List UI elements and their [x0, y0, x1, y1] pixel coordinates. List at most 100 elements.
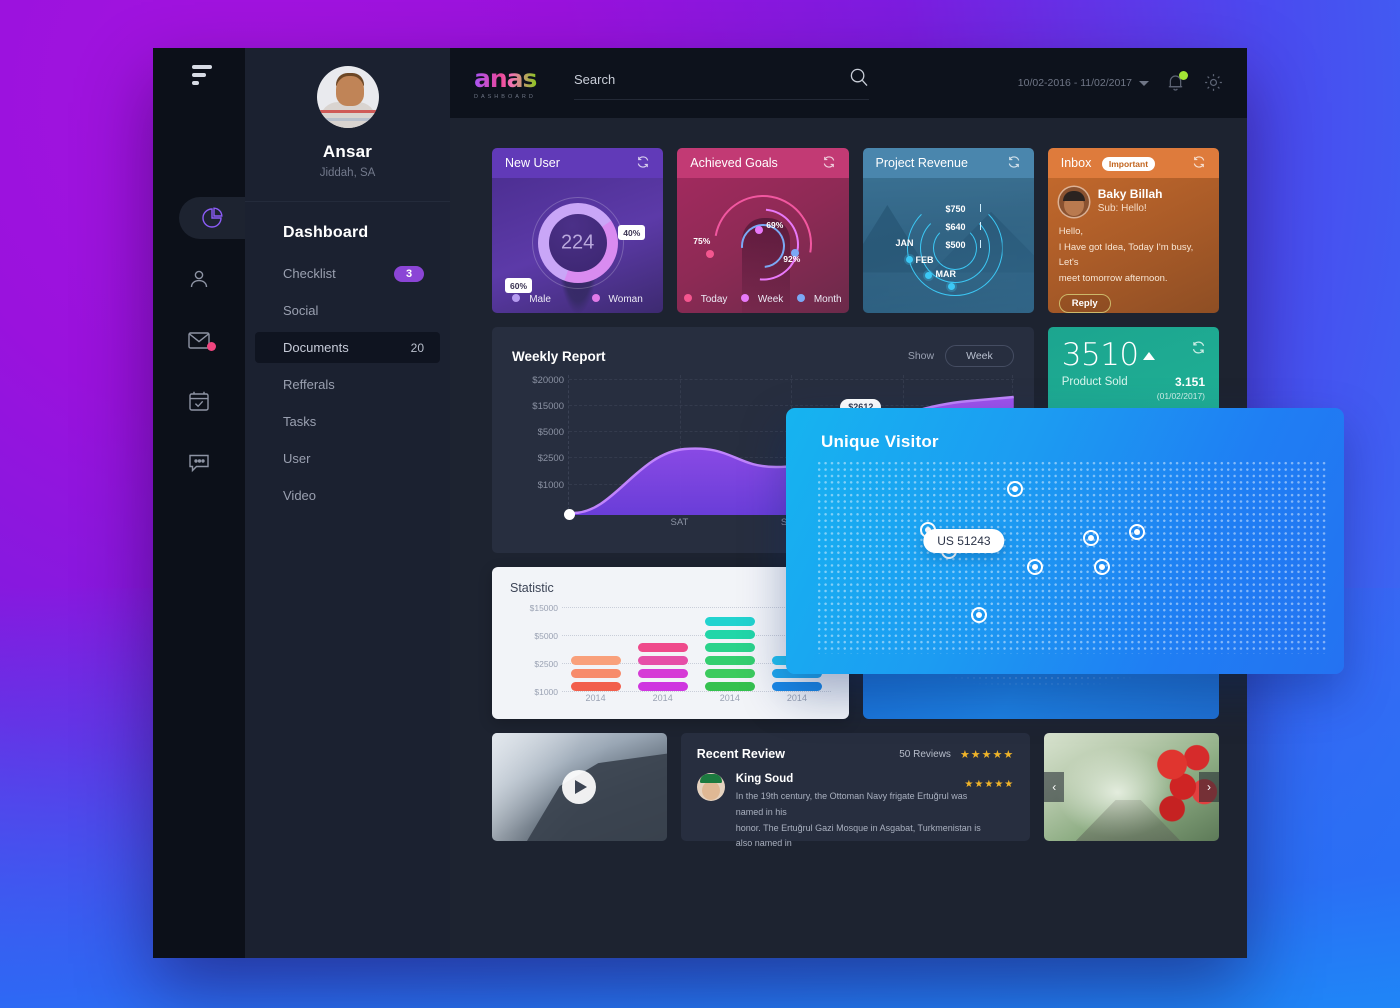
y-axis: $20000 $15000 $5000 $2500 $1000 — [512, 375, 568, 515]
sidebar-item-social[interactable]: Social — [255, 295, 440, 326]
search-bar[interactable] — [574, 67, 869, 100]
refresh-icon[interactable] — [636, 155, 650, 172]
bar-segment — [637, 669, 688, 678]
product-sold-value: 3510 — [1061, 337, 1139, 373]
bar-segment — [637, 643, 688, 652]
bar-segment — [704, 656, 755, 665]
sidebar-item-documents[interactable]: Documents 20 — [255, 332, 440, 363]
dotted-world-map — [816, 460, 1326, 654]
map-marker[interactable] — [1006, 481, 1023, 498]
legend-swatch — [591, 294, 600, 302]
chevron-right-icon[interactable]: › — [1199, 772, 1219, 802]
revenue-month-feb: FEB — [915, 255, 934, 265]
rail-item-messages[interactable] — [166, 441, 232, 483]
date-range-selector[interactable]: 10/02-2016 - 11/02/2017 — [1018, 77, 1149, 89]
legend-swatch — [741, 294, 750, 302]
show-label: Show — [907, 350, 935, 362]
chart-legend: Today Week Month — [677, 294, 848, 305]
reply-button[interactable]: Reply — [1058, 293, 1111, 313]
card-title: New User — [505, 156, 560, 170]
card-title: Statistic — [510, 581, 554, 595]
sidebar-item-tasks[interactable]: Tasks — [255, 406, 440, 437]
inbox-message-line: meet tomorrow afternoon. — [1058, 273, 1168, 285]
profile-location: Jiddah, SA — [319, 167, 376, 179]
donut-label-a: 40% — [618, 225, 646, 240]
app-logo[interactable]: anas DASHBOARD — [474, 66, 538, 100]
play-icon[interactable] — [562, 770, 597, 804]
card-header: New User — [492, 148, 664, 178]
card-video[interactable] — [492, 733, 667, 841]
chevron-left-icon[interactable]: ‹ — [1044, 772, 1065, 802]
card-body: 75% 69% 92% Today Week Month — [677, 175, 849, 313]
tick-mark — [979, 240, 981, 248]
avatar[interactable] — [316, 66, 379, 128]
secondary-date: (01/02/2017) — [1156, 391, 1205, 401]
chat-icon — [187, 451, 211, 473]
card-title: Inbox — [1060, 156, 1092, 170]
rail-item-mail[interactable] — [166, 319, 232, 361]
y-tick: $20000 — [532, 375, 564, 386]
topbar-actions: 10/02-2016 - 11/02/2017 — [1018, 71, 1225, 94]
map-marker[interactable] — [1083, 529, 1100, 546]
card-title-wrap: Inbox Important — [1060, 156, 1156, 171]
sidebar-item-refferals[interactable]: Refferals — [255, 369, 440, 400]
search-input[interactable] — [574, 71, 849, 87]
avatar — [1058, 187, 1089, 217]
rail-item-users[interactable] — [166, 258, 232, 300]
avatar-hair — [1062, 191, 1085, 201]
data-point-start — [564, 509, 575, 520]
bar-segment — [704, 669, 755, 678]
x-tick: 2014 — [652, 693, 673, 703]
status-badge: 3 — [394, 265, 424, 282]
inbox-message-line: Hello, — [1058, 226, 1084, 237]
rail-item-analytics[interactable] — [179, 197, 245, 239]
map-marker[interactable] — [1027, 558, 1044, 575]
secondary-value: 3.151 — [1174, 375, 1205, 389]
card-header: Achieved Goals — [677, 148, 849, 178]
bar-segment — [637, 656, 688, 665]
gear-icon[interactable] — [1203, 72, 1225, 94]
search-icon[interactable] — [849, 67, 869, 92]
inbox-message-line: I Have got Idea, Today I'm busy, Let's — [1058, 241, 1194, 269]
gauge-endpoint — [706, 250, 715, 258]
inbox-sender-info: Baky Billah Sub: Hello! — [1098, 187, 1163, 217]
mail-notification-badge — [207, 342, 216, 351]
bell-icon[interactable] — [1165, 71, 1188, 94]
refresh-icon[interactable] — [1191, 340, 1206, 360]
sidebar-item-checklist[interactable]: Checklist 3 — [255, 258, 440, 289]
map-marker[interactable] — [971, 607, 988, 624]
map-marker[interactable] — [1093, 558, 1110, 575]
hamburger-icon[interactable] — [184, 65, 214, 87]
rail-item-calendar[interactable] — [166, 380, 232, 422]
sidebar-item-user[interactable]: User — [255, 443, 440, 474]
revenue-point-mar — [947, 283, 955, 290]
refresh-icon[interactable] — [822, 155, 836, 172]
bar-segment — [704, 630, 755, 639]
tick-mark — [979, 204, 981, 212]
date-range-label: 10/02-2016 - 11/02/2017 — [1017, 77, 1132, 89]
card-unique-visitor: Unique Visitor US 51243 — [786, 408, 1344, 674]
refresh-icon[interactable] — [1192, 155, 1206, 172]
sidebar-item-video[interactable]: Video — [255, 480, 440, 511]
gridline — [562, 691, 831, 692]
y-tick: $15000 — [529, 603, 558, 613]
revenue-point-jan — [905, 256, 913, 263]
card-recent-review: Recent Review 50 Reviews ★★★★★ King Soud — [680, 733, 1031, 848]
review-text: In the 19th century, the Ottoman Navy fr… — [736, 789, 992, 852]
card-title: Weekly Report — [512, 348, 606, 364]
bar-segment — [570, 656, 621, 665]
revenue-point-feb — [924, 272, 932, 279]
trend-up-icon — [1142, 351, 1155, 360]
bar-segment — [570, 669, 621, 678]
radial-revenue-chart: $750 $640 $500 JAN FEB MAR — [863, 178, 1034, 313]
period-select[interactable]: Week — [945, 345, 1014, 367]
card-project-revenue: Project Revenue $750 $640 $500 JAN FEB M… — [862, 148, 1034, 313]
avatar-cap — [699, 774, 722, 783]
donut-center-value: 224 — [560, 231, 595, 254]
bar-group — [629, 603, 696, 691]
legend-item: Week — [741, 294, 783, 305]
y-tick: $2500 — [537, 453, 564, 464]
refresh-icon[interactable] — [1007, 155, 1021, 172]
map-marker[interactable] — [1129, 523, 1146, 540]
radial-gauges: 75% 69% 92% — [677, 175, 848, 313]
